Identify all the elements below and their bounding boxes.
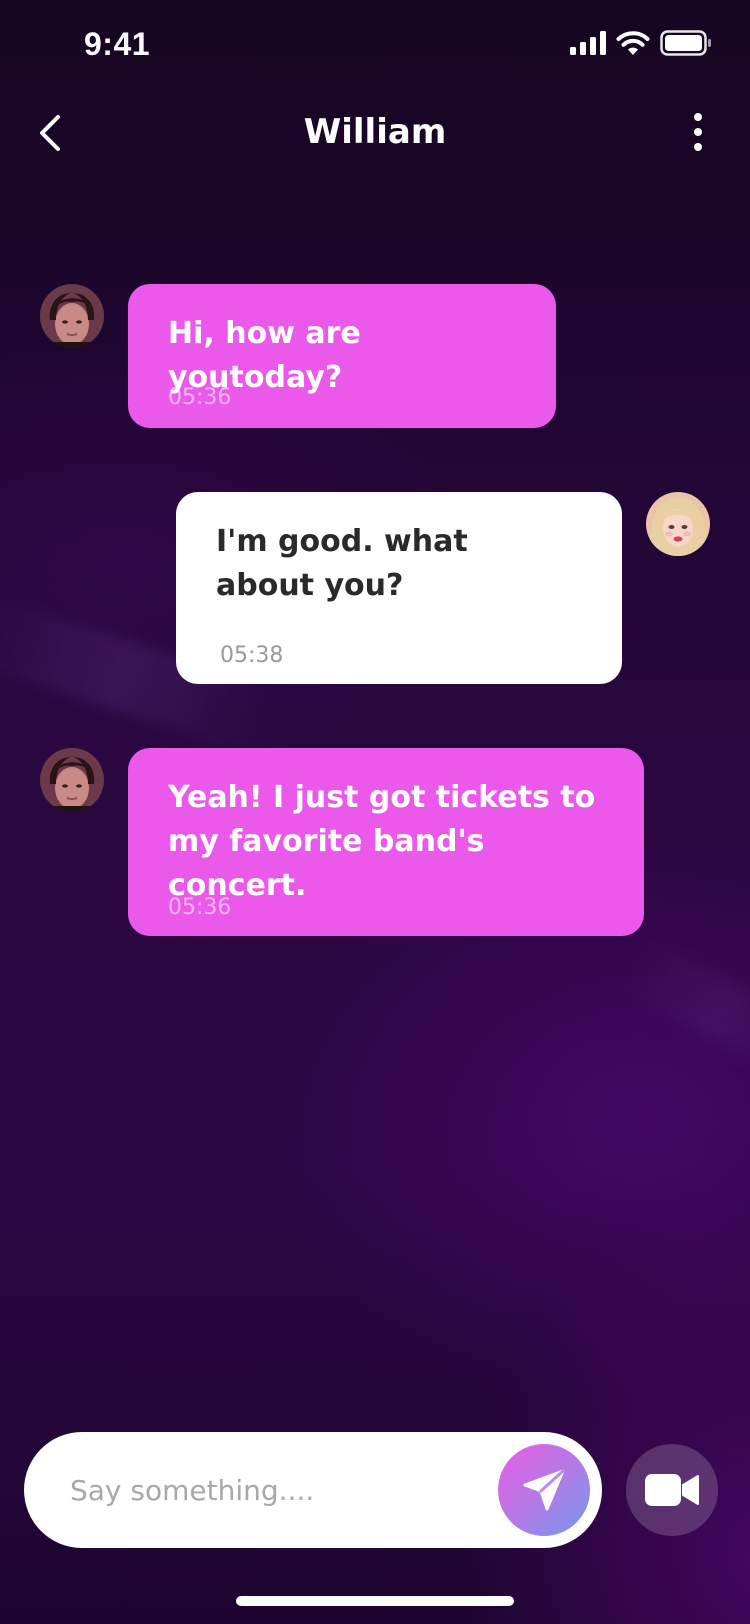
video-camera-icon: [645, 1474, 699, 1506]
message-bubble-incoming[interactable]: Hi, how are youtoday? 05:36: [128, 284, 556, 428]
message-bubble-outgoing[interactable]: I'm good. what about you? 05:38: [176, 492, 622, 684]
send-icon: [523, 1469, 565, 1511]
battery-icon: [660, 30, 711, 56]
message-time: 05:36: [168, 385, 232, 410]
video-call-button[interactable]: [626, 1444, 718, 1536]
message-time: 05:38: [220, 643, 284, 668]
send-button[interactable]: [498, 1444, 590, 1536]
chat-title: William: [303, 112, 447, 152]
status-time: 9:41: [84, 26, 151, 62]
contact-avatar[interactable]: [40, 748, 104, 812]
background-light-streak: [617, 936, 750, 1084]
home-indicator: [236, 1596, 514, 1606]
message-time: 05:36: [168, 895, 232, 920]
my-avatar[interactable]: [646, 492, 710, 556]
signal-icon: [570, 31, 606, 55]
message-input[interactable]: [70, 1460, 460, 1520]
chat-screen: 9:41 William Hi, how are youtoday? 05:36…: [0, 0, 750, 1624]
more-options-button[interactable]: [686, 108, 710, 156]
message-composer: [24, 1432, 602, 1548]
message-text: Yeah! I just got tickets to my favorite …: [168, 780, 596, 903]
message-bubble-incoming[interactable]: Yeah! I just got tickets to my favorite …: [128, 748, 644, 936]
message-text: I'm good. what about you?: [216, 524, 468, 603]
wifi-icon: [616, 31, 650, 55]
more-vertical-icon: [694, 113, 702, 121]
status-icons: [570, 30, 712, 56]
contact-avatar[interactable]: [40, 284, 104, 348]
